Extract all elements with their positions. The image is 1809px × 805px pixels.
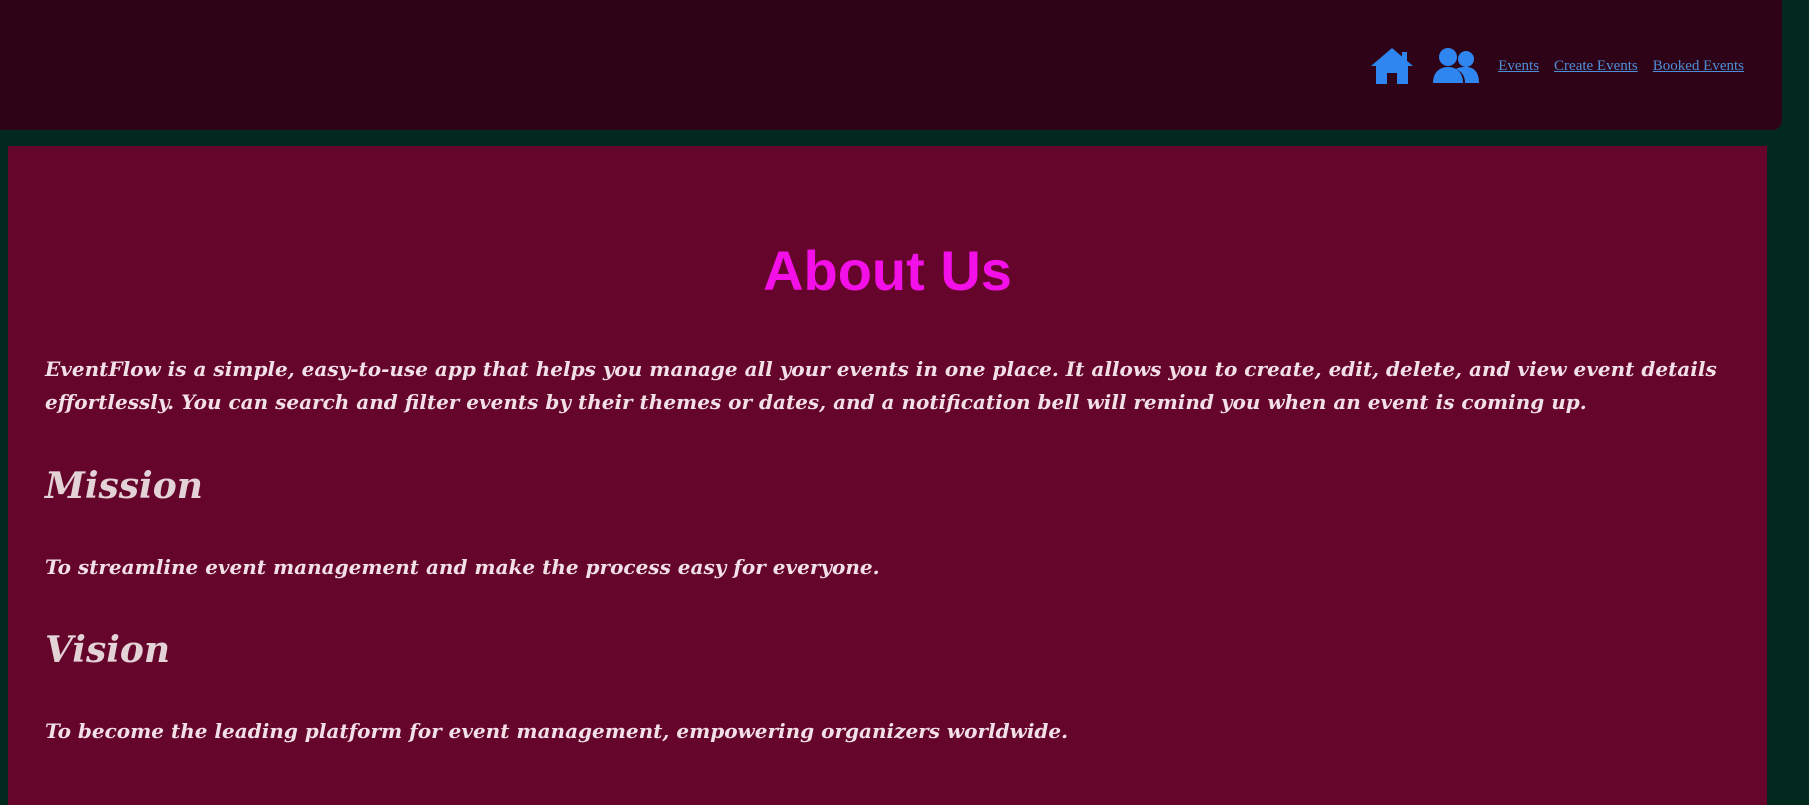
home-icon[interactable] bbox=[1368, 46, 1416, 86]
site-header: Events Create Events Booked Events bbox=[0, 0, 1782, 130]
main-nav: Events Create Events Booked Events bbox=[1368, 46, 1744, 86]
nav-link-events[interactable]: Events bbox=[1498, 58, 1539, 75]
nav-link-create-events[interactable]: Create Events bbox=[1554, 58, 1638, 75]
users-icon[interactable] bbox=[1432, 46, 1480, 86]
nav-link-booked-events[interactable]: Booked Events bbox=[1653, 58, 1744, 75]
vision-text: To become the leading platform for event… bbox=[45, 719, 1069, 743]
vision-heading: Vision bbox=[45, 629, 171, 671]
intro-paragraph: EventFlow is a simple, easy-to-use app t… bbox=[45, 357, 1717, 414]
page-title: About Us bbox=[763, 239, 1012, 302]
about-section: About Us EventFlow is a simple, easy-to-… bbox=[8, 146, 1767, 805]
mission-heading: Mission bbox=[45, 465, 203, 507]
mission-text: To streamline event management and make … bbox=[45, 555, 880, 579]
